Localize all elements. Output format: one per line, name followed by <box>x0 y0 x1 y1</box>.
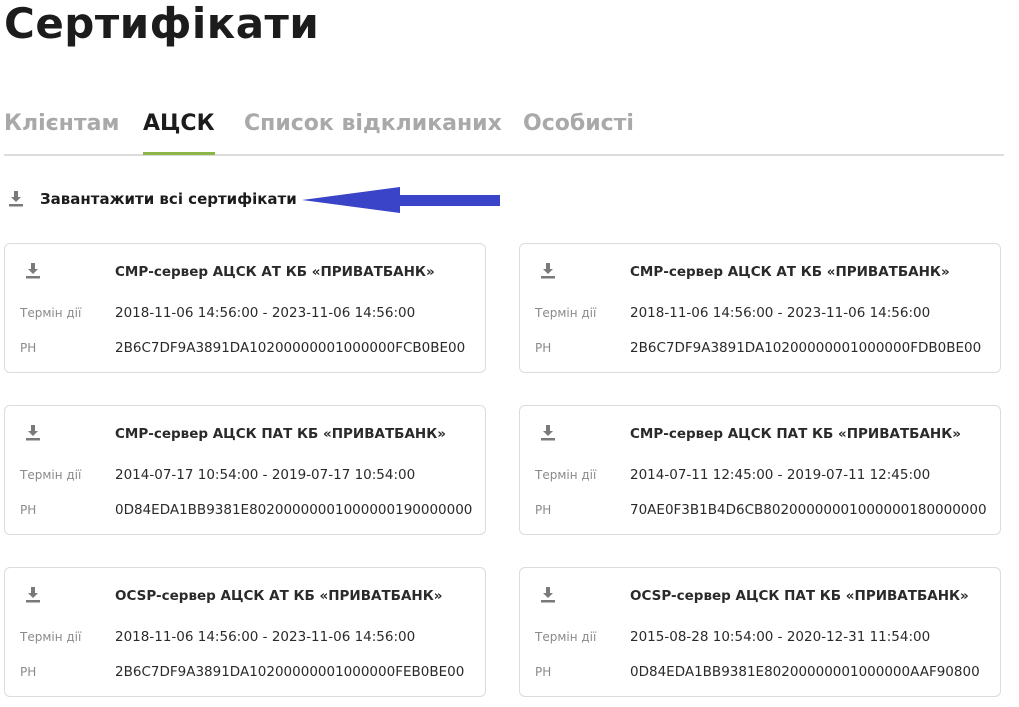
serial-value: 2B6C7DF9A3891DA10200000001000000FDB0BE00 <box>630 340 982 356</box>
serial-label: РН <box>535 665 552 679</box>
term-label: Термін дії <box>535 468 597 482</box>
download-icon[interactable] <box>25 424 41 442</box>
certificate-title: СМР-сервер АЦСК АТ КБ «ПРИВАТБАНК» <box>630 264 950 280</box>
download-all-button[interactable]: Завантажити всі сертифікати <box>8 186 297 212</box>
serial-label: РН <box>535 503 552 517</box>
certificate-card: СМР-сервер АЦСК ПАТ КБ «ПРИВАТБАНК» Термі… <box>4 405 486 535</box>
serial-value: 2B6C7DF9A3891DA10200000001000000FCB0BE00 <box>115 340 466 356</box>
serial-label: РН <box>20 503 37 517</box>
certificate-title: OCSP-сервер АЦСК АТ КБ «ПРИВАТБАНК» <box>115 588 443 604</box>
serial-label: РН <box>535 341 552 355</box>
serial-label: РН <box>20 665 37 679</box>
tab-clients[interactable]: Клієнтам <box>4 104 119 152</box>
download-all-label: Завантажити всі сертифікати <box>40 190 297 208</box>
term-value: 2014-07-17 10:54:00 - 2019-07-17 10:54:0… <box>115 467 416 483</box>
certificate-card: OCSP-сервер АЦСК ПАТ КБ «ПРИВАТБАНК» Терм… <box>519 567 1001 697</box>
serial-label: РН <box>20 341 37 355</box>
tab-personal[interactable]: Особисті <box>523 104 634 152</box>
download-icon[interactable] <box>540 586 556 604</box>
serial-value: 0D84EDA1BB9381E8020000000100000019000000… <box>115 502 473 518</box>
certificate-title: СМР-сервер АЦСК ПАТ КБ «ПРИВАТБАНК» <box>115 426 446 442</box>
page-title: Сертифікати <box>4 0 320 48</box>
term-value: 2015-08-28 10:54:00 - 2020-12-31 11:54:0… <box>630 629 931 645</box>
certificate-card: СМР-сервер АЦСК АТ КБ «ПРИВАТБАНК» Термін… <box>519 243 1001 373</box>
serial-value: 2B6C7DF9A3891DA10200000001000000FEB0BE00 <box>115 664 465 680</box>
term-value: 2014-07-11 12:45:00 - 2019-07-11 12:45:0… <box>630 467 931 483</box>
term-label: Термін дії <box>535 306 597 320</box>
certificate-title: СМР-сервер АЦСК ПАТ КБ «ПРИВАТБАНК» <box>630 426 961 442</box>
download-icon <box>9 191 23 207</box>
serial-value: 70AE0F3B1B4D6CB8020000000100000018000000… <box>630 502 987 518</box>
term-label: Термін дії <box>20 468 82 482</box>
certificate-card: СМР-сервер АЦСК АТ КБ «ПРИВАТБАНК» Термін… <box>4 243 486 373</box>
certificate-card: OCSP-сервер АЦСК АТ КБ «ПРИВАТБАНК» Термі… <box>4 567 486 697</box>
term-value: 2018-11-06 14:56:00 - 2023-11-06 14:56:0… <box>630 305 931 321</box>
term-label: Термін дії <box>20 306 82 320</box>
serial-value: 0D84EDA1BB9381E80200000001000000AAF90800 <box>630 664 980 680</box>
certificate-title: OCSP-сервер АЦСК ПАТ КБ «ПРИВАТБАНК» <box>630 588 969 604</box>
certificate-card: СМР-сервер АЦСК ПАТ КБ «ПРИВАТБАНК» Термі… <box>519 405 1001 535</box>
download-icon[interactable] <box>25 586 41 604</box>
annotation-arrow <box>302 187 500 213</box>
download-icon[interactable] <box>540 262 556 280</box>
term-value: 2018-11-06 14:56:00 - 2023-11-06 14:56:0… <box>115 629 416 645</box>
tab-acsk[interactable]: АЦСК <box>143 104 215 155</box>
tab-revoked-list[interactable]: Список відкликаних <box>244 104 502 152</box>
term-label: Термін дії <box>20 630 82 644</box>
term-value: 2018-11-06 14:56:00 - 2023-11-06 14:56:0… <box>115 305 416 321</box>
tab-bar: Клієнтам АЦСК Список відкликаних Особист… <box>4 104 1004 156</box>
term-label: Термін дії <box>535 630 597 644</box>
certificate-title: СМР-сервер АЦСК АТ КБ «ПРИВАТБАНК» <box>115 264 435 280</box>
download-icon[interactable] <box>540 424 556 442</box>
download-icon[interactable] <box>25 262 41 280</box>
